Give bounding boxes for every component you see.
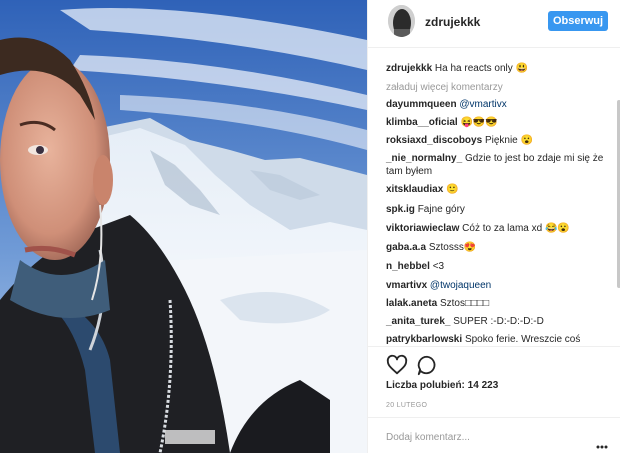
comment-text: Cóż to za lama xd 😂😮: [462, 223, 570, 234]
comment-author[interactable]: gaba.a.a: [386, 242, 426, 253]
comment-author[interactable]: patrykbarlowski: [386, 334, 462, 345]
comment-mention[interactable]: @twojaqueen: [430, 280, 491, 291]
comment-item: spk.ig Fajne góry: [386, 203, 608, 216]
comment-item: _anita_turek_ SUPER :-D:-D:-D:-D: [386, 315, 608, 328]
comment-text: Sztosss😍: [428, 242, 477, 253]
post-header: zdrujekkk Obserwuj: [368, 0, 620, 48]
follow-button[interactable]: Obserwuj: [548, 11, 608, 31]
load-more-comments-link[interactable]: załaduj więcej komentarzy: [386, 82, 503, 93]
caption-text: Ha ha reacts only 😃: [434, 63, 528, 74]
comment-author[interactable]: n_hebbel: [386, 261, 430, 272]
comment-text: SUPER :-D:-D:-D:-D: [453, 316, 544, 327]
comment-item: gaba.a.a Sztosss😍: [386, 241, 608, 254]
likes-count[interactable]: Liczba polubień: 14 223: [386, 380, 498, 391]
comment-author[interactable]: roksiaxd_discoboys: [386, 135, 482, 146]
comment-item: viktoriawieclaw Cóż to za lama xd 😂😮: [386, 222, 608, 235]
comment-text: Spoko ferie. Wreszcie coś: [464, 334, 581, 345]
comment-item: patrykbarlowski Spoko ferie. Wreszcie co…: [386, 333, 608, 346]
comment-item: xitsklaudiax 🙂: [386, 183, 608, 196]
post-photo: [0, 0, 367, 453]
add-comment-input[interactable]: Dodaj komentarz...: [386, 432, 470, 443]
comment-item: n_hebbel <3: [386, 260, 608, 273]
comment-author[interactable]: dayummqueen: [386, 99, 457, 110]
comment-text: Sztos□□□□: [439, 298, 490, 309]
comment-text: Pięknie 😮: [484, 135, 533, 146]
comment-text: <3: [432, 261, 445, 272]
comment-item: klimba__oficial 😝😎😎: [386, 116, 608, 129]
comment-item: _nie_normalny_ Gdzie to jest bo zdaje mi…: [386, 152, 608, 178]
comment-author[interactable]: klimba__oficial: [386, 117, 458, 128]
ellipsis-icon[interactable]: [596, 436, 608, 449]
heart-outline-icon[interactable]: [386, 354, 408, 376]
post-side-panel: zdrujekkk Obserwuj zdrujekkk Ha ha react…: [367, 0, 620, 453]
comments-list: zdrujekkk Ha ha reacts only 😃 załaduj wi…: [368, 48, 620, 346]
comment-author[interactable]: _nie_normalny_: [386, 153, 462, 164]
comment-author[interactable]: xitsklaudiax: [386, 184, 443, 195]
selfie-mountain-image: [0, 0, 367, 453]
comment-author[interactable]: _anita_turek_: [386, 316, 450, 327]
header-username[interactable]: zdrujekkk: [425, 15, 480, 29]
comment-item: roksiaxd_discoboys Pięknie 😮: [386, 134, 608, 147]
comment-text: Fajne góry: [417, 204, 465, 215]
caption: zdrujekkk Ha ha reacts only 😃: [386, 62, 608, 75]
caption-author[interactable]: zdrujekkk: [386, 63, 432, 74]
comment-author[interactable]: viktoriawieclaw: [386, 223, 459, 234]
comment-text: 🙂: [446, 184, 459, 195]
post-date: 20 LUTEGO: [386, 402, 428, 409]
comment-item: dayummqueen @vmartivx: [386, 98, 608, 111]
comment-item: lalak.aneta Sztos□□□□: [386, 297, 608, 310]
speech-bubble-icon[interactable]: [416, 354, 438, 376]
comment-text: 😝😎😎: [460, 117, 498, 128]
comment-item: vmartivx @twojaqueen: [386, 279, 608, 292]
avatar[interactable]: [388, 5, 415, 37]
add-comment-bar: Dodaj komentarz...: [368, 417, 620, 453]
comment-author[interactable]: spk.ig: [386, 204, 415, 215]
comment-mention[interactable]: @vmartivx: [459, 99, 506, 110]
comment-author[interactable]: vmartivx: [386, 280, 427, 291]
post-actions: Liczba polubień: 14 223 20 LUTEGO Dodaj …: [368, 346, 620, 453]
comment-author[interactable]: lalak.aneta: [386, 298, 437, 309]
